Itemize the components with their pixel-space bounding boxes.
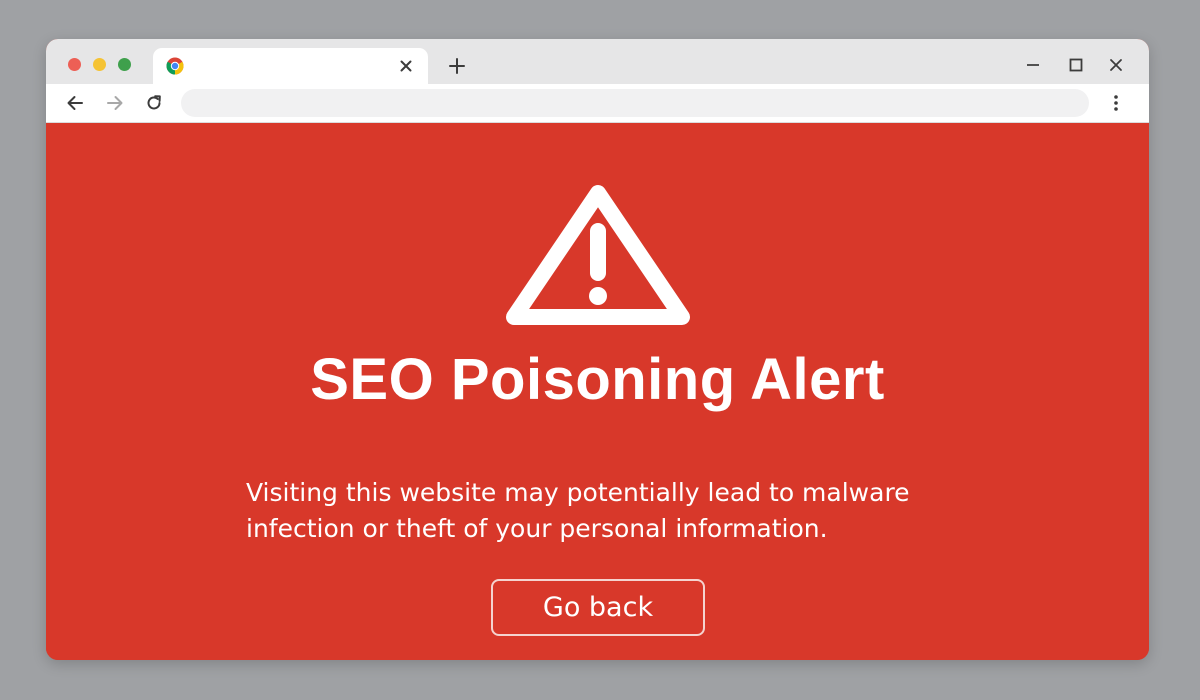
alert-message: Visiting this website may potentially le…: [246, 478, 910, 543]
address-bar-input[interactable]: [181, 89, 1089, 117]
arrow-right-icon[interactable]: [103, 91, 127, 115]
go-back-button[interactable]: Go back: [491, 579, 705, 636]
alert-title: SEO Poisoning Alert: [310, 347, 885, 412]
warning-triangle-icon: [498, 175, 698, 335]
chrome-icon: [166, 57, 184, 75]
browser-window: SEO Poisoning Alert Visiting this websit…: [46, 39, 1149, 660]
close-window-dot[interactable]: [68, 58, 81, 71]
new-tab-plus-icon[interactable]: [445, 54, 469, 78]
tab-close-icon[interactable]: [395, 55, 417, 77]
arrow-left-icon[interactable]: [63, 91, 87, 115]
close-icon[interactable]: [1105, 54, 1127, 76]
browser-tab[interactable]: [153, 48, 428, 84]
tab-bar: [46, 39, 1149, 84]
maximize-icon[interactable]: [1065, 54, 1087, 76]
alert-page: SEO Poisoning Alert Visiting this websit…: [46, 123, 1149, 660]
zoom-window-dot[interactable]: [118, 58, 131, 71]
kebab-menu-icon[interactable]: [1104, 91, 1128, 115]
minimize-icon[interactable]: [1022, 54, 1044, 76]
minimize-window-dot[interactable]: [93, 58, 106, 71]
browser-toolbar: [46, 84, 1149, 123]
reload-icon[interactable]: [142, 91, 166, 115]
